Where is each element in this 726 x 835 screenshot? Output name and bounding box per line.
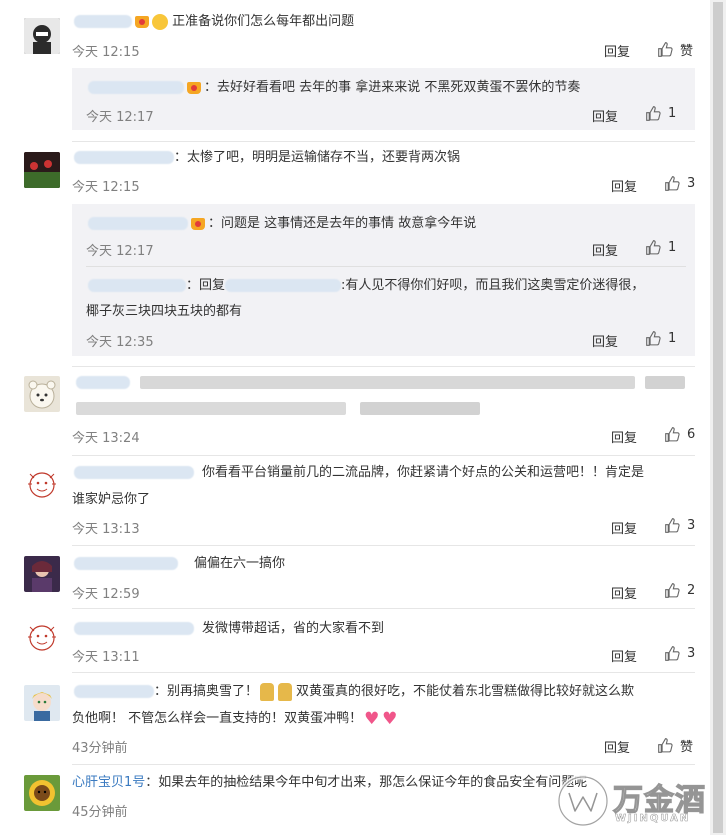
comment-text: 你看看平台销量前几的二流品牌，你赶紧请个好点的公关和运营吧！！肯定是 [74,463,644,483]
sub-reply-box: ：去好好看看吧 去年的事 拿进来来说 不黑死双黄蛋不罢休的节奏 今天 12:17… [72,68,695,130]
comment-text: 心肝宝贝1号：如果去年的抽检结果今年中旬才出来，那怎么保证今年的食品安全有问题呢 [72,775,588,790]
vip-crown-icon [135,15,149,28]
watermark-subtext: WJINQUAN [615,813,691,825]
comment-5: 偏偏在六一搞你 今天 12:59 回复 2 [0,546,710,608]
thumbs-up-icon [646,106,661,121]
comment-time: 今天 12:17 [86,110,154,125]
reply-button[interactable]: 回复 [592,106,618,125]
comment-time: 今天 13:11 [72,650,140,665]
scrollbar-thumb[interactable] [713,2,723,833]
reply-button[interactable]: 回复 [611,646,637,665]
comment-time: 今天 12:59 [72,587,140,602]
scrollbar[interactable] [710,0,726,835]
heart-emoji-icon: ♥ [364,708,380,729]
figure-emoji-icon [260,682,275,701]
like-button[interactable]: 1 [645,105,676,122]
sub-reply-text-cont: 椰子灰三块四块五块的都有 [86,304,243,319]
comment-1: 正准备说你们怎么每年都出问题 今天 12:15 回复 赞 ：去好好看看吧 去年的… [0,0,710,130]
avatar[interactable] [24,466,60,502]
avatar[interactable] [24,376,60,412]
like-button[interactable]: 2 [664,582,695,599]
thumbs-up-icon [665,583,680,598]
reply-button[interactable]: 回复 [604,737,630,756]
comment-text: 发微博带超话，省的大家看不到 [74,619,384,639]
like-button[interactable]: 赞 [657,40,693,59]
watermark-logo: 万金酒 WJINQUAN [555,773,715,829]
like-button[interactable]: 1 [645,239,676,256]
thumbs-up-icon [646,240,661,255]
vip-crown-icon [187,81,201,94]
like-button[interactable]: 6 [664,426,695,443]
username-link[interactable]: 心肝宝贝1号 [72,775,145,790]
thumbs-up-icon [665,176,680,191]
comment-2: ：太惨了吧，明明是运输储存不当，还要背两次锅 今天 12:15 回复 3 ：问题… [0,142,710,362]
avatar[interactable] [24,775,60,811]
like-count: 3 [687,646,696,661]
watermark-badge-icon [557,775,609,827]
like-button[interactable]: 赞 [657,736,693,755]
comment-text: 正准备说你们怎么每年都出问题 [74,12,354,32]
comment-time: 今天 12:15 [72,180,140,195]
like-button[interactable]: 3 [664,645,695,662]
reply-button[interactable]: 回复 [592,331,618,350]
comment-4: 你看看平台销量前几的二流品牌，你赶紧请个好点的公关和运营吧！！肯定是 谁家妒忌你… [0,456,710,542]
thumbs-up-icon [658,42,673,57]
comment-3: 今天 13:24 回复 6 [0,366,710,454]
like-label: 赞 [680,44,694,59]
reply-button[interactable]: 回复 [611,427,637,446]
smile-emoji-icon [152,13,168,30]
sub-reply-text: ：回复:有人见不得你们好呗，而且我们这奥雪定价迷得很， [88,276,644,296]
thumbs-up-icon [646,331,661,346]
like-count: 6 [687,427,696,442]
reply-button[interactable]: 回复 [611,176,637,195]
like-count: 2 [687,583,696,598]
comment-time: 今天 13:24 [72,431,140,446]
like-count: 1 [668,106,677,121]
comment-time: 45分钟前 [72,805,128,820]
thumbs-up-icon [665,518,680,533]
figure-emoji-icon [278,682,293,701]
sub-reply-text: ：问题是 这事情还是去年的事情 故意拿今年说 [88,214,476,234]
avatar[interactable] [24,619,60,655]
comment-text: 偏偏在六一搞你 [74,554,285,574]
like-count: 1 [668,331,677,346]
avatar[interactable] [24,18,60,54]
reply-button[interactable]: 回复 [592,240,618,259]
comment-time: 今天 12:35 [86,335,154,350]
like-button[interactable]: 3 [664,175,695,192]
comment-text: ：太惨了吧，明明是运输储存不当，还要背两次锅 [74,148,460,168]
avatar[interactable] [24,685,60,721]
vip-crown-icon [191,217,205,230]
like-button[interactable]: 1 [645,330,676,347]
comment-time: 今天 13:13 [72,522,140,537]
comment-time: 今天 12:17 [86,244,154,259]
avatar[interactable] [24,152,60,188]
sub-reply-text: ：去好好看看吧 去年的事 拿进来来说 不黑死双黄蛋不罢休的节奏 [88,78,580,98]
divider [86,266,686,267]
comment-text: ：别再搞奥雪了！ 双黄蛋真的很好吃，不能仗着东北雪糕做得比较好就这么欺 [74,682,634,702]
avatar[interactable] [24,556,60,592]
comment-6: 发微博带超话，省的大家看不到 今天 13:11 回复 3 [0,609,710,671]
like-button[interactable]: 3 [664,517,695,534]
comment-time: 43分钟前 [72,741,128,756]
comment-text-cont: 谁家妒忌你了 [72,492,151,507]
censored-text [76,375,691,416]
reply-button[interactable]: 回复 [604,41,630,60]
thumbs-up-icon [665,646,680,661]
sub-reply-box: ：问题是 这事情还是去年的事情 故意拿今年说 今天 12:17 回复 1 ：回复… [72,204,695,356]
like-count: 3 [687,518,696,533]
heart-emoji-icon: ♥ [382,708,398,729]
thumbs-up-icon [665,427,680,442]
reply-button[interactable]: 回复 [611,518,637,537]
comment-text-cont: 负他啊！ 不管怎么样会一直支持的！双黄蛋冲鸭！ ♥ ♥ [72,709,400,729]
like-label: 赞 [680,740,694,755]
like-count: 1 [668,240,677,255]
like-count: 3 [687,176,696,191]
reply-button[interactable]: 回复 [611,583,637,602]
thumbs-up-icon [658,738,673,753]
comment-7: ：别再搞奥雪了！ 双黄蛋真的很好吃，不能仗着东北雪糕做得比较好就这么欺 负他啊！ … [0,673,710,763]
comment-time: 今天 12:15 [72,45,140,60]
